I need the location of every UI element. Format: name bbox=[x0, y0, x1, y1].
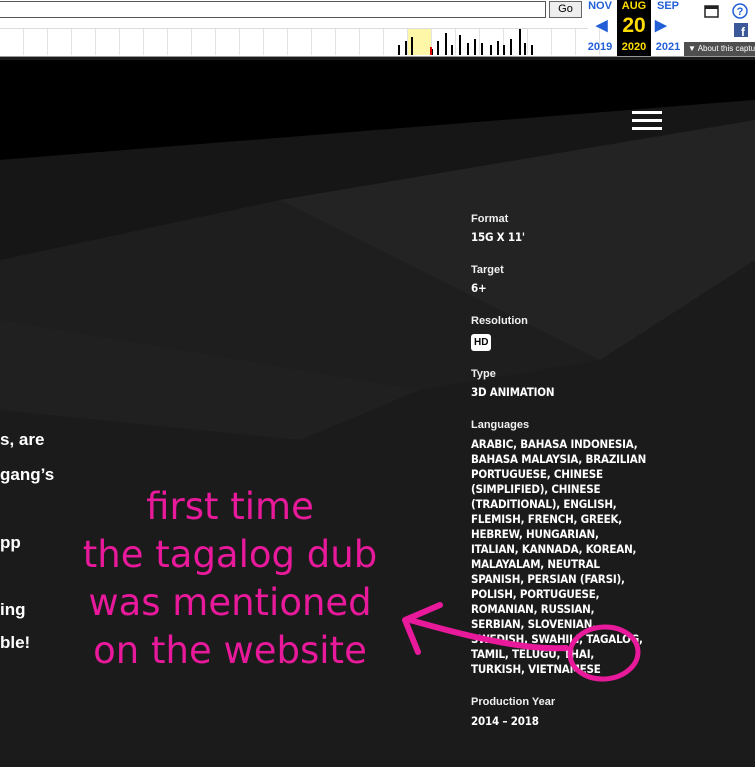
sparkline-year-cell[interactable] bbox=[336, 29, 360, 55]
sparkline-year-cell[interactable] bbox=[480, 29, 504, 55]
capture-sparkline[interactable] bbox=[0, 28, 600, 55]
languages-line: MALAYALAM, NEUTRAL bbox=[471, 557, 600, 571]
sparkline-bar bbox=[531, 45, 533, 55]
sparkline-bar bbox=[510, 39, 512, 55]
sparkline-year-cell[interactable] bbox=[0, 29, 24, 55]
sparkline-year-cell[interactable] bbox=[24, 29, 48, 55]
sparkline-current-bar bbox=[430, 47, 432, 55]
type-value: 3D ANIMATION bbox=[471, 385, 555, 399]
url-input[interactable] bbox=[0, 1, 546, 18]
sparkline-bar bbox=[524, 43, 526, 55]
languages-line: (SIMPLIFIED), CHINESE bbox=[471, 482, 601, 496]
sparkline-year-cell[interactable] bbox=[72, 29, 96, 55]
sparkline-bar bbox=[411, 37, 413, 55]
next-arrow-icon[interactable]: ▶ bbox=[655, 16, 667, 34]
sparkline-bar bbox=[467, 43, 469, 55]
resolution-label: Resolution bbox=[471, 315, 528, 327]
annotation-line: on the website bbox=[93, 629, 367, 672]
languages-line: (TRADITIONAL), ENGLISH, bbox=[471, 497, 617, 511]
languages-line: PORTUGUESE, CHINESE bbox=[471, 467, 603, 481]
sparkline-year-cell[interactable] bbox=[312, 29, 336, 55]
sparkline-year-cell[interactable] bbox=[288, 29, 312, 55]
go-button[interactable]: Go bbox=[549, 1, 582, 18]
target-label: Target bbox=[471, 264, 504, 276]
wayback-toolbar: Go NOV ◀ 2019 AUG 20 2020 SEP ▶ 2021 ? f bbox=[0, 0, 755, 57]
annotation-line: first time bbox=[146, 485, 314, 528]
resolution-badge: HD bbox=[471, 334, 492, 351]
sparkline-year-cell[interactable] bbox=[120, 29, 144, 55]
languages-line: HEBREW, HUNGARIAN, bbox=[471, 527, 599, 541]
details-panel: Format 15G X 11' Target 6+ Resolution HD… bbox=[471, 212, 651, 729]
sparkline-bar bbox=[481, 43, 483, 55]
sparkline-year-cell[interactable] bbox=[96, 29, 120, 55]
format-label: Format bbox=[471, 213, 509, 225]
sparkline-year-cell[interactable] bbox=[48, 29, 72, 55]
about-capture-button[interactable]: ▼ About this capture bbox=[684, 42, 755, 56]
languages-line: POLISH, PORTUGUESE, bbox=[471, 587, 600, 601]
sparkline-bar bbox=[474, 39, 476, 55]
annotation-line: the tagalog dub bbox=[82, 533, 378, 576]
sparkline-bar bbox=[503, 45, 505, 55]
sparkline-year-cell[interactable] bbox=[264, 29, 288, 55]
languages-line: ARABIC, BAHASA INDONESIA, bbox=[471, 437, 638, 451]
languages-line: TURKISH, VIETNAMESE bbox=[471, 662, 601, 676]
current-day: 20 bbox=[622, 14, 646, 37]
help-icon[interactable]: ? bbox=[732, 3, 748, 19]
prev-arrow-icon[interactable]: ◀ bbox=[596, 16, 608, 34]
sparkline-bar bbox=[459, 35, 461, 55]
sparkline-year-cell[interactable] bbox=[240, 29, 264, 55]
sparkline-bar bbox=[398, 45, 400, 55]
sparkline-bar bbox=[490, 45, 492, 55]
languages-line: FLEMISH, FRENCH, GREEK, bbox=[471, 512, 623, 526]
current-year: 2020 bbox=[621, 41, 647, 53]
type-label: Type bbox=[471, 368, 496, 380]
body-text-line: ing bbox=[0, 600, 26, 619]
production-year-label: Production Year bbox=[471, 696, 556, 708]
annotation-text: first time the tagalog dub was mentioned… bbox=[60, 483, 400, 675]
languages-line: TAMIL, TELUGU, THAI, bbox=[471, 647, 595, 661]
annotation-line: was mentioned bbox=[88, 581, 372, 624]
languages-line: SPANISH, PERSIAN (FARSI), bbox=[471, 572, 625, 586]
sparkline-year-cell[interactable] bbox=[360, 29, 384, 55]
languages-line: SERBIAN, SLOVENIAN, bbox=[471, 617, 596, 631]
next-month-label: SEP bbox=[656, 0, 679, 12]
production-year-value: 2014 – 2018 bbox=[471, 714, 539, 728]
menu-hamburger-icon[interactable] bbox=[632, 111, 662, 131]
languages-label: Languages bbox=[471, 419, 530, 431]
sparkline-bar bbox=[405, 41, 407, 55]
window-icon[interactable] bbox=[704, 5, 719, 18]
languages-line: ITALIAN, KANNADA, KOREAN, bbox=[471, 542, 637, 556]
sparkline-year-cell[interactable] bbox=[144, 29, 168, 55]
facebook-icon[interactable]: f bbox=[734, 23, 748, 39]
wayback-icons: ? f bbox=[700, 2, 755, 47]
sparkline-bar bbox=[497, 41, 499, 55]
prev-year[interactable]: 2019 bbox=[583, 41, 617, 53]
current-capture: AUG 20 2020 bbox=[617, 0, 651, 56]
sparkline-year-cell[interactable] bbox=[168, 29, 192, 55]
sparkline-year-cell[interactable] bbox=[552, 29, 576, 55]
languages-list: ARABIC, BAHASA INDONESIA, BAHASA MALAYSI… bbox=[471, 437, 651, 677]
next-month[interactable]: SEP ▶ 2021 bbox=[651, 0, 685, 56]
body-text-line: gang’s bbox=[0, 465, 55, 484]
current-month: AUG bbox=[621, 0, 647, 12]
languages-line: SWEDISH, SWAHILI, TAGALOG, bbox=[471, 632, 643, 646]
sparkline-bar bbox=[437, 41, 439, 55]
target-value: 6+ bbox=[471, 281, 487, 295]
sparkline-year-cell[interactable] bbox=[216, 29, 240, 55]
prev-month[interactable]: NOV ◀ 2019 bbox=[583, 0, 617, 56]
sparkline-bar bbox=[445, 33, 447, 55]
svg-text:?: ? bbox=[737, 6, 744, 18]
body-text-line: ble! bbox=[0, 633, 31, 652]
sparkline-bar bbox=[519, 29, 521, 55]
sparkline-year-cell[interactable] bbox=[192, 29, 216, 55]
body-text-line: pp bbox=[0, 533, 21, 552]
format-value: 15G X 11' bbox=[471, 230, 525, 244]
body-text-line: s, are bbox=[0, 430, 45, 449]
sparkline-bar bbox=[451, 45, 453, 55]
next-year[interactable]: 2021 bbox=[651, 41, 685, 53]
prev-month-label: NOV bbox=[588, 0, 612, 12]
languages-line: ROMANIAN, RUSSIAN, bbox=[471, 602, 595, 616]
languages-line: BAHASA MALAYSIA, BRAZILIAN bbox=[471, 452, 647, 466]
